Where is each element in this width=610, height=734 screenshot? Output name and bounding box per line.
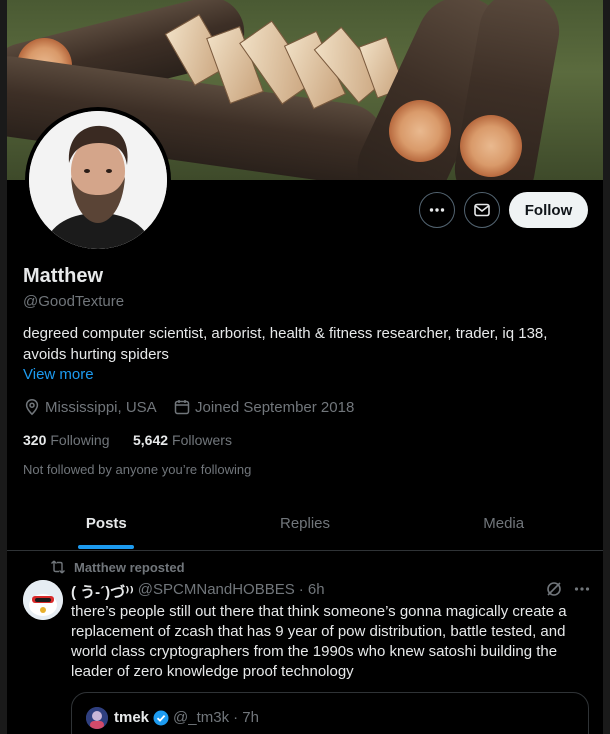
tab-replies[interactable]: Replies <box>206 500 405 550</box>
quote-author-name: tmek <box>114 709 150 726</box>
banner-log-end <box>389 100 451 162</box>
profile-bio: degreed computer scientist, arborist, he… <box>23 325 548 363</box>
right-gutter <box>603 0 610 734</box>
more-icon <box>429 208 445 212</box>
post-actions <box>545 580 591 598</box>
repost-indicator: Matthew reposted <box>50 559 185 575</box>
more-button[interactable] <box>419 192 455 228</box>
post-author-handle[interactable]: @SPCMNandHOBBES <box>138 581 295 602</box>
post-header: ( う-´)づ︎⁾⁾ @SPCMNandHOBBES · 6h <box>71 581 325 602</box>
more-icon[interactable] <box>573 580 591 598</box>
joined-text: Joined September 2018 <box>195 398 355 416</box>
avatar-portrait <box>29 111 167 249</box>
mail-icon <box>474 203 490 217</box>
quote-author-avatar <box>86 707 108 729</box>
following-label: Following <box>50 432 110 448</box>
followers-link[interactable]: 5,642 Followers <box>133 432 232 448</box>
post-avatar-image <box>23 580 63 620</box>
left-gutter <box>0 0 7 734</box>
post-author-avatar[interactable] <box>23 580 63 620</box>
profile-page: Follow Matthew @GoodTexture degreed comp… <box>7 0 603 734</box>
tab-media[interactable]: Media <box>404 500 603 550</box>
profile-avatar[interactable] <box>25 107 171 253</box>
repost-icon <box>51 560 65 574</box>
not-followed-note: Not followed by anyone you’re following <box>23 462 252 477</box>
quote-avatar-image <box>86 707 108 729</box>
calendar-icon <box>174 400 190 415</box>
repost-label: Matthew reposted <box>74 559 185 575</box>
banner-log-end <box>460 115 522 177</box>
location-item: Mississippi, USA <box>23 398 157 416</box>
profile-name: Matthew <box>23 265 103 287</box>
post-time[interactable]: · 6h <box>299 581 325 602</box>
quoted-post[interactable]: tmek @_tm3k · 7h <box>71 692 589 734</box>
profile-tabs: Posts Replies Media <box>7 500 603 551</box>
quote-author-handle: @_tm3k <box>173 709 230 726</box>
follow-button[interactable]: Follow <box>509 192 588 228</box>
followers-count: 5,642 <box>133 432 169 448</box>
following-count: 320 <box>23 432 47 448</box>
view-more-link[interactable]: View more <box>23 366 94 383</box>
verified-badge-icon <box>153 710 169 725</box>
profile-handle: @GoodTexture <box>23 293 125 310</box>
location-text: Mississippi, USA <box>45 398 157 416</box>
joined-item: Joined September 2018 <box>173 398 354 416</box>
followers-label: Followers <box>172 432 232 448</box>
location-pin-icon <box>25 399 39 416</box>
quote-header: tmek @_tm3k · 7h <box>114 709 259 726</box>
grok-icon[interactable] <box>545 580 563 598</box>
quote-time: · 7h <box>233 709 259 726</box>
tab-posts[interactable]: Posts <box>7 500 206 550</box>
post-author-name[interactable]: ( う-´)づ︎⁾⁾ <box>71 581 134 602</box>
following-link[interactable]: 320 Following <box>23 432 110 448</box>
message-button[interactable] <box>464 192 500 228</box>
post-text: there’s people still out there that thin… <box>71 603 567 680</box>
